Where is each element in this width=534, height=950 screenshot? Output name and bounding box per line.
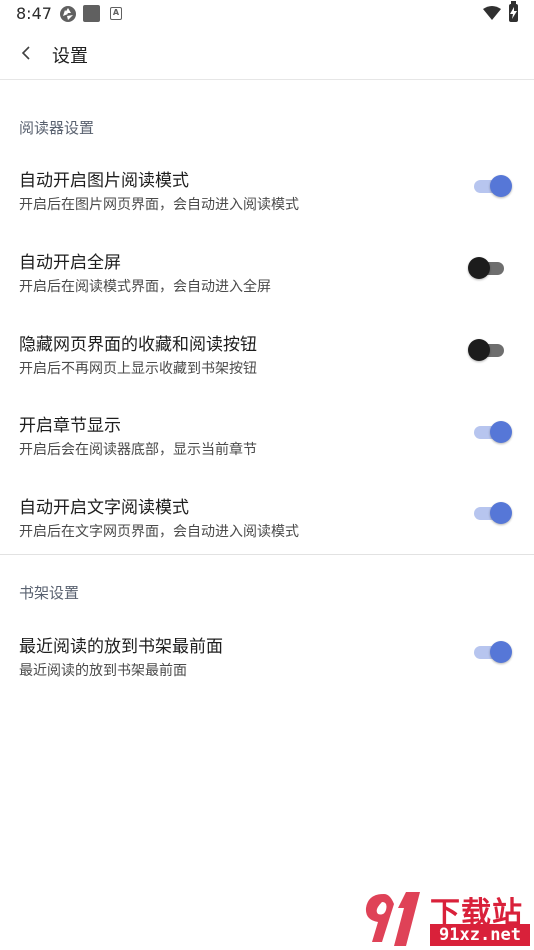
watermark-logo-icon	[365, 892, 420, 946]
section-header-bookshelf: 书架设置	[19, 584, 80, 602]
chevron-left-icon[interactable]	[16, 42, 36, 64]
setting-auto-fullscreen[interactable]: 自动开启全屏 开启后在阅读模式界面，会自动进入全屏	[0, 248, 534, 328]
setting-description: 最近阅读的放到书架最前面	[19, 663, 187, 679]
setting-title: 自动开启全屏	[19, 253, 121, 273]
a-box-icon: A	[110, 7, 122, 20]
setting-hide-buttons[interactable]: 隐藏网页界面的收藏和阅读按钮 开启后不再网页上显示收藏到书架按钮	[0, 330, 534, 410]
watermark-url: 91xz.net	[430, 924, 530, 946]
status-bar: 8:47 A	[0, 0, 534, 28]
toggle-switch[interactable]	[468, 255, 512, 281]
setting-description: 开启后在阅读模式界面，会自动进入全屏	[19, 279, 271, 295]
watermark: 下载站 91xz.net	[362, 888, 534, 950]
page-title: 设置	[52, 46, 88, 67]
setting-description: 开启后会在阅读器底部，显示当前章节	[19, 442, 257, 458]
wifi-icon	[483, 6, 501, 20]
setting-auto-text-reading[interactable]: 自动开启文字阅读模式 开启后在文字网页界面，会自动进入阅读模式	[0, 493, 534, 573]
status-time: 8:47	[16, 4, 52, 23]
setting-description: 开启后在文字网页界面，会自动进入阅读模式	[19, 524, 299, 540]
battery-charging-icon	[509, 1, 518, 22]
aperture-icon	[60, 6, 76, 22]
section-divider	[0, 554, 534, 555]
setting-chapter-display[interactable]: 开启章节显示 开启后会在阅读器底部，显示当前章节	[0, 411, 534, 491]
setting-auto-image-reading[interactable]: 自动开启图片阅读模式 开启后在图片网页界面，会自动进入阅读模式	[0, 166, 534, 246]
toggle-switch[interactable]	[470, 639, 512, 665]
toggle-switch[interactable]	[468, 337, 512, 363]
section-header-reader: 阅读器设置	[19, 119, 95, 137]
top-app-bar: 设置	[0, 28, 534, 80]
setting-description: 开启后不再网页上显示收藏到书架按钮	[19, 361, 257, 377]
toggle-switch[interactable]	[470, 173, 512, 199]
setting-title: 最近阅读的放到书架最前面	[19, 637, 223, 657]
setting-title: 自动开启文字阅读模式	[19, 498, 189, 518]
toggle-switch[interactable]	[470, 500, 512, 526]
square-icon	[83, 5, 100, 22]
setting-recent-first[interactable]: 最近阅读的放到书架最前面 最近阅读的放到书架最前面	[0, 632, 534, 712]
setting-title: 自动开启图片阅读模式	[19, 171, 189, 191]
toggle-switch[interactable]	[470, 419, 512, 445]
setting-description: 开启后在图片网页界面，会自动进入阅读模式	[19, 197, 299, 213]
setting-title: 隐藏网页界面的收藏和阅读按钮	[19, 335, 257, 355]
setting-title: 开启章节显示	[19, 416, 121, 436]
